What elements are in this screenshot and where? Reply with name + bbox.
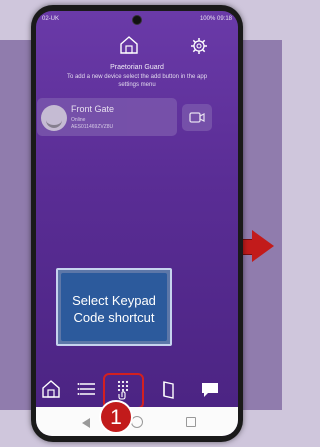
instruction-callout: Select Keypad Code shortcut xyxy=(56,268,172,346)
app-subtitle: To add a new device select the add butto… xyxy=(66,74,208,88)
callout-line-2: Code shortcut xyxy=(73,310,155,325)
device-status: Online xyxy=(71,117,86,123)
status-bar: 02-UK 100% 09:18 xyxy=(36,11,238,27)
gear-icon[interactable] xyxy=(190,37,208,55)
nav-chat-icon[interactable] xyxy=(199,378,221,400)
status-battery-time: 100% 09:18 xyxy=(199,16,232,22)
back-icon[interactable] xyxy=(82,418,90,428)
nav-list-icon[interactable] xyxy=(76,378,98,400)
phone-frame: 02-UK 100% 09:18 Praetorian Guard To add… xyxy=(31,5,243,442)
device-id: AES011469ZVZ8U xyxy=(71,124,114,130)
video-camera-button[interactable] xyxy=(182,104,212,131)
step-number-badge: 1 xyxy=(99,400,133,434)
front-camera-icon xyxy=(132,15,142,25)
step-number: 1 xyxy=(110,406,122,429)
callout-line-1: Select Keypad xyxy=(72,293,156,308)
status-carrier: 02-UK xyxy=(42,16,60,22)
android-navbar xyxy=(36,407,238,436)
app-screen: 02-UK 100% 09:18 Praetorian Guard To add… xyxy=(36,11,238,436)
nav-door-icon[interactable] xyxy=(158,378,180,400)
app-title: Praetorian Guard xyxy=(110,64,164,71)
recent-apps-icon[interactable] xyxy=(186,417,196,427)
home-icon[interactable] xyxy=(119,35,139,55)
device-name: Front Gate xyxy=(71,104,115,114)
device-card[interactable]: Front Gate Online AES011469ZVZ8U xyxy=(37,98,177,136)
device-avatar xyxy=(41,105,67,131)
video-camera-icon xyxy=(189,112,205,123)
nav-home-icon[interactable] xyxy=(40,378,62,400)
